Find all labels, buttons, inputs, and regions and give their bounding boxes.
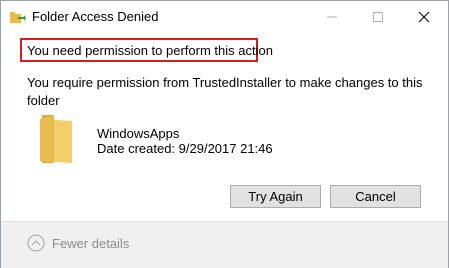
- maximize-button[interactable]: [355, 1, 401, 32]
- close-icon: [418, 11, 430, 23]
- folder-icon: [36, 113, 76, 165]
- folder-move-icon: [10, 11, 26, 23]
- minimize-button[interactable]: [309, 1, 355, 32]
- folder-name: WindowsApps: [97, 126, 180, 141]
- title-bar[interactable]: Folder Access Denied: [1, 1, 448, 33]
- minimize-icon: [327, 16, 337, 18]
- folder-date-created: Date created: 9/29/2017 21:46: [97, 141, 273, 156]
- try-again-button[interactable]: Try Again: [230, 185, 321, 208]
- fewer-details-label: Fewer details: [52, 236, 130, 251]
- folder-access-denied-dialog: Folder Access Denied You need permission…: [0, 0, 449, 268]
- headline: You need permission to perform this acti…: [27, 43, 273, 58]
- dialog-content: You need permission to perform this acti…: [1, 33, 448, 219]
- maximize-icon: [373, 12, 383, 22]
- cancel-button[interactable]: Cancel: [330, 185, 421, 208]
- chevron-up-circle-icon: [27, 234, 45, 252]
- details-footer: Fewer details: [1, 221, 448, 268]
- window-title: Folder Access Denied: [32, 9, 159, 24]
- description: You require permission from TrustedInsta…: [27, 75, 423, 108]
- close-button[interactable]: [401, 1, 447, 32]
